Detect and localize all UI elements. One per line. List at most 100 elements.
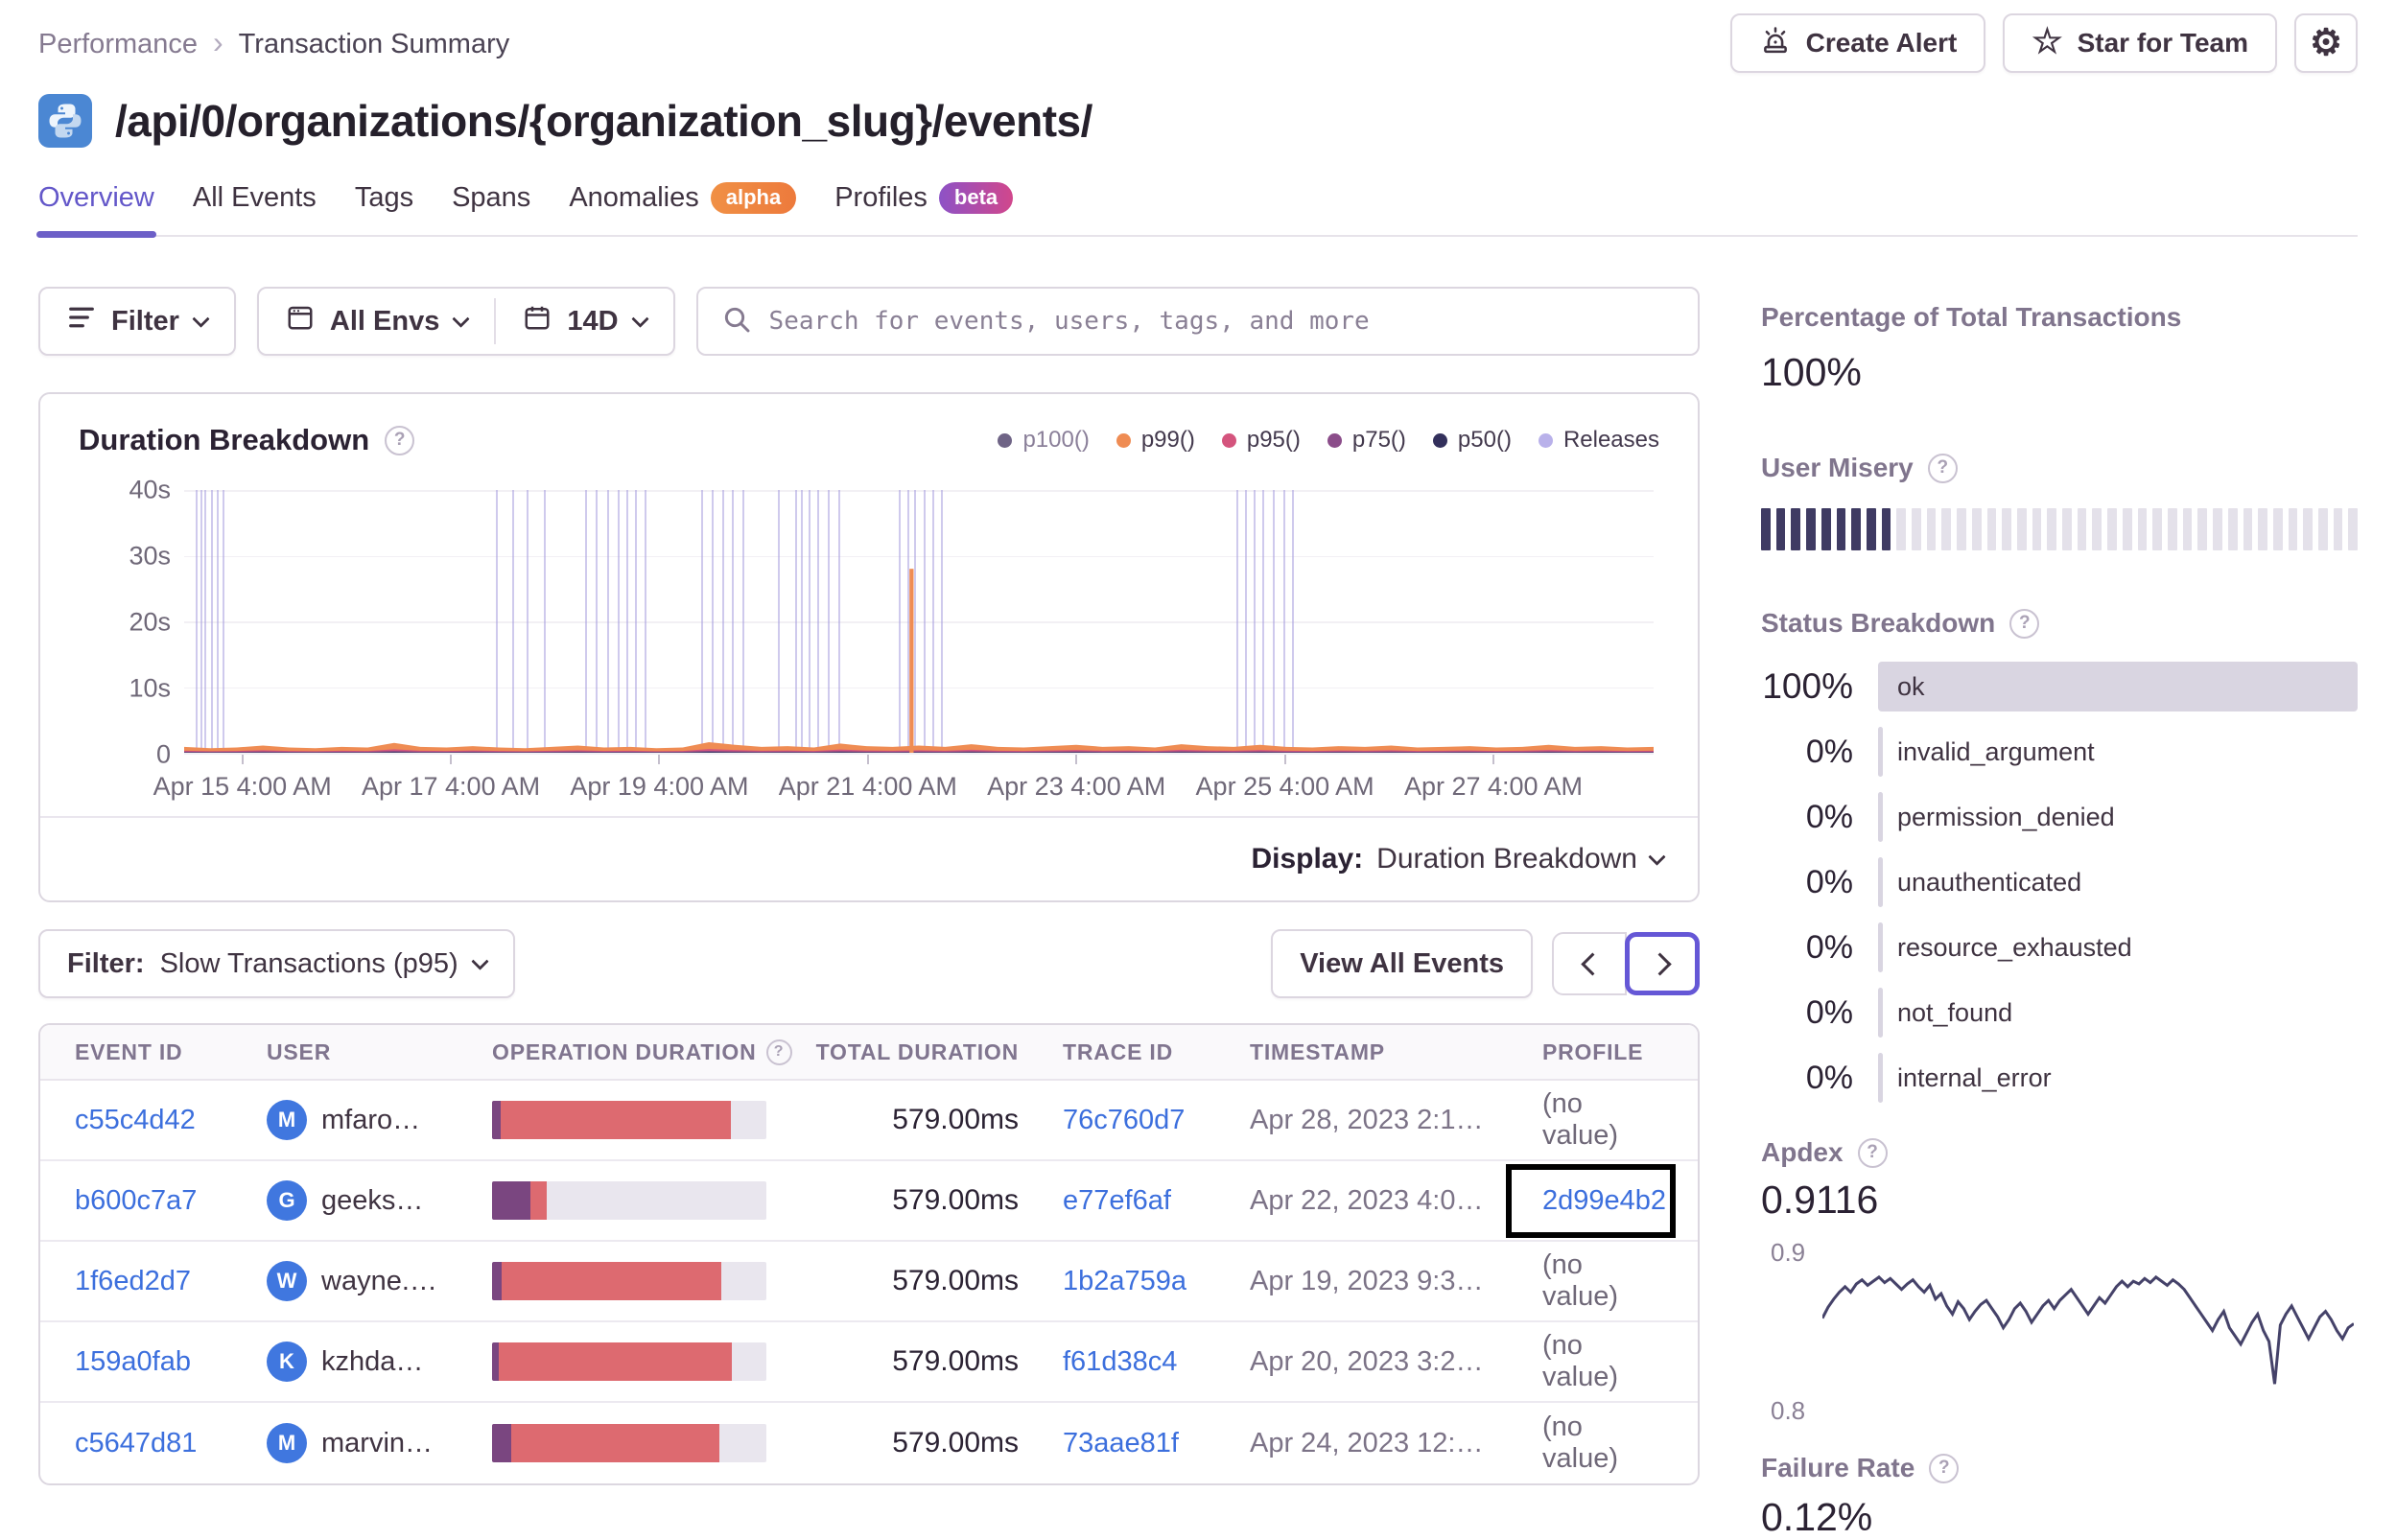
- breadcrumb: Performance › Transaction Summary: [38, 13, 509, 62]
- column-header-profile[interactable]: PROFILE: [1542, 1039, 1663, 1065]
- column-header-user[interactable]: USER: [267, 1039, 492, 1065]
- display-selector[interactable]: Duration Breakdown: [1376, 843, 1637, 875]
- avatar: K: [267, 1342, 307, 1382]
- apdex-chart: 0.9 0.8: [1761, 1236, 2358, 1428]
- create-alert-button[interactable]: Create Alert: [1729, 13, 1986, 73]
- event-id-link[interactable]: 159a0fab: [75, 1346, 267, 1378]
- trace-id-link[interactable]: 1b2a759a: [1063, 1266, 1250, 1297]
- status-row-ok: 100% ok: [1761, 662, 2358, 712]
- misery-segment: [2243, 508, 2253, 550]
- trace-id-link[interactable]: e77ef6af: [1063, 1185, 1250, 1217]
- summary-sidebar: Percentage of Total Transactions 100% Us…: [1761, 287, 2359, 1540]
- search-input[interactable]: [768, 307, 1675, 336]
- help-icon[interactable]: ?: [765, 1038, 792, 1065]
- breadcrumb-performance[interactable]: Performance: [38, 29, 198, 60]
- legend-item-p95[interactable]: p95(): [1221, 427, 1301, 454]
- filter-button[interactable]: Filter: [38, 287, 236, 356]
- event-id-link[interactable]: c55c4d42: [75, 1105, 267, 1136]
- status-row-not-found: 0% not_found: [1761, 988, 2358, 1038]
- legend-item-releases[interactable]: Releases: [1538, 427, 1659, 454]
- environment-selector[interactable]: All Envs: [259, 289, 494, 354]
- misery-segment: [2182, 508, 2193, 550]
- column-header-operation-duration[interactable]: OPERATION DURATION?: [492, 1038, 809, 1065]
- column-header-trace-id[interactable]: TRACE ID: [1063, 1039, 1250, 1065]
- tab-overview[interactable]: Overview: [36, 182, 156, 238]
- transactions-filter-button[interactable]: Filter: Slow Transactions (p95): [38, 929, 515, 998]
- misery-segment: [2318, 508, 2328, 550]
- legend-item-p100[interactable]: p100(): [998, 427, 1090, 454]
- date-range-selector[interactable]: 14D: [496, 289, 672, 354]
- misery-segment: [1866, 508, 1876, 550]
- siren-icon: [1759, 24, 1792, 63]
- page: Performance › Transaction Summary Create…: [0, 0, 2396, 1539]
- operation-duration-bar: [492, 1342, 766, 1381]
- tab-all-events[interactable]: All Events: [193, 182, 317, 235]
- misery-segment: [2122, 508, 2132, 550]
- table-row: 1f6ed2d7 Wwayne.… 579.00ms 1b2a759a Apr …: [40, 1242, 1698, 1322]
- header-actions: Create Alert ☆ Star for Team ⚙: [1729, 13, 2358, 73]
- apdex-heading: Apdex ?: [1761, 1137, 2358, 1168]
- trace-id-link[interactable]: 76c760d7: [1063, 1105, 1250, 1136]
- table-row: b600c7a7 Ggeeks… 579.00ms e77ef6af Apr 2…: [40, 1161, 1698, 1242]
- legend-item-p99[interactable]: p99(): [1116, 427, 1195, 454]
- duration-xtick: Apr 19 4:00 AM: [570, 772, 749, 801]
- legend-item-p50[interactable]: p50(): [1432, 427, 1512, 454]
- previous-page-button[interactable]: [1552, 932, 1627, 995]
- misery-segment: [2167, 508, 2177, 550]
- tab-anomalies[interactable]: Anomalies alpha: [569, 182, 797, 235]
- total-duration: 579.00ms: [892, 1184, 1019, 1216]
- breadcrumb-current: Transaction Summary: [238, 29, 510, 59]
- help-icon[interactable]: ?: [385, 425, 415, 455]
- status-row-unauthenticated: 0% unauthenticated: [1761, 857, 2358, 907]
- beta-badge: beta: [938, 182, 1014, 214]
- duration-ytick: 10s: [129, 673, 171, 703]
- event-id-link[interactable]: c5647d81: [75, 1428, 267, 1459]
- star-for-team-button[interactable]: ☆ Star for Team: [2003, 13, 2277, 73]
- profile-cell: (no value): [1542, 1330, 1618, 1392]
- profile-link-highlighted[interactable]: 2d99e4b2: [1505, 1163, 1677, 1238]
- user-cell: Wwayne.…: [267, 1261, 492, 1301]
- chart-legend: p100() p99() p95() p75() p50() Releases: [998, 427, 1659, 454]
- misery-segment: [1806, 508, 1816, 550]
- misery-segment: [1986, 508, 1997, 550]
- column-header-event-id[interactable]: EVENT ID: [75, 1039, 267, 1065]
- duration-xtick: Apr 25 4:00 AM: [1195, 772, 1374, 801]
- user-misery-bar[interactable]: [1761, 508, 2359, 550]
- view-all-events-button[interactable]: View All Events: [1271, 929, 1533, 998]
- column-header-timestamp[interactable]: TIMESTAMP: [1250, 1039, 1542, 1065]
- misery-segment: [2062, 508, 2072, 550]
- help-icon[interactable]: ?: [1857, 1137, 1888, 1168]
- duration-chart: 40s 30s 20s 10s 0: [79, 476, 1654, 769]
- duration-xaxis: Apr 15 4:00 AM Apr 17 4:00 AM Apr 19 4:00 …: [153, 755, 1654, 816]
- misery-segment: [2303, 508, 2314, 550]
- total-duration: 579.00ms: [892, 1427, 1019, 1458]
- tab-tags[interactable]: Tags: [355, 182, 413, 235]
- next-page-button[interactable]: [1625, 932, 1700, 995]
- legend-dot: [1221, 432, 1236, 448]
- misery-segment: [1912, 508, 1921, 550]
- legend-dot: [1432, 432, 1447, 448]
- event-id-link[interactable]: b600c7a7: [75, 1185, 267, 1217]
- trace-id-link[interactable]: 73aae81f: [1063, 1428, 1250, 1459]
- tab-spans[interactable]: Spans: [452, 182, 530, 235]
- misery-segment: [2258, 508, 2267, 550]
- percent-total-section: Percentage of Total Transactions 100%: [1761, 302, 2358, 395]
- misery-segment: [1957, 508, 1966, 550]
- duration-plot[interactable]: [184, 490, 1654, 755]
- duration-xtick: Apr 23 4:00 AM: [987, 772, 1166, 801]
- misery-segment: [1896, 508, 1907, 550]
- avatar: W: [267, 1261, 307, 1301]
- settings-button[interactable]: ⚙: [2294, 13, 2358, 73]
- column-header-total-duration[interactable]: TOTAL DURATION: [809, 1039, 1063, 1065]
- timestamp: Apr 28, 2023 2:1…: [1250, 1104, 1484, 1135]
- event-id-link[interactable]: 1f6ed2d7: [75, 1266, 267, 1297]
- duration-ytick: 40s: [129, 475, 171, 504]
- tab-profiles[interactable]: Profiles beta: [834, 182, 1014, 235]
- misery-segment: [2107, 508, 2117, 550]
- alpha-badge: alpha: [710, 182, 797, 214]
- help-icon[interactable]: ?: [2009, 608, 2040, 639]
- help-icon[interactable]: ?: [1929, 1453, 1960, 1483]
- legend-item-p75[interactable]: p75(): [1327, 427, 1406, 454]
- help-icon[interactable]: ?: [1927, 453, 1958, 483]
- trace-id-link[interactable]: f61d38c4: [1063, 1346, 1250, 1378]
